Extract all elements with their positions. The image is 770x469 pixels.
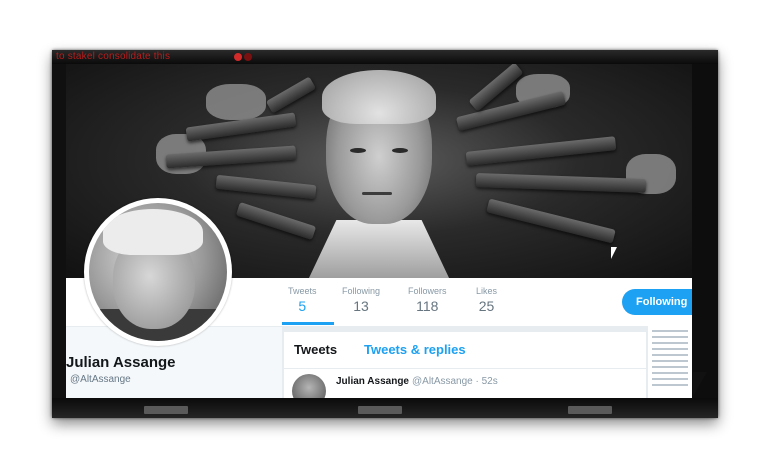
record-dot-icon — [244, 53, 252, 61]
following-button[interactable]: Following — [622, 289, 692, 315]
divider — [284, 368, 646, 369]
profile-handle: @AltAssange — [70, 374, 131, 385]
tab-tweets[interactable]: Tweets — [294, 342, 337, 357]
frame-bottom-bezel — [52, 398, 718, 418]
gun-shape — [465, 136, 617, 166]
profile-avatar[interactable] — [84, 198, 232, 346]
record-dot-icon — [234, 53, 242, 61]
gun-shape — [265, 76, 317, 114]
frame-tab — [568, 406, 612, 414]
tweets-panel: Tweets Tweets & replies Julian Assange @… — [284, 332, 646, 398]
tweet-avatar[interactable] — [292, 374, 326, 398]
active-tab-indicator — [282, 322, 334, 325]
stat-following[interactable]: Following 13 — [342, 286, 380, 314]
banner-portrait — [308, 70, 450, 278]
tab-tweets-and-replies[interactable]: Tweets & replies — [364, 342, 466, 357]
screen: Tweets 5 Following 13 Followers 118 Like… — [66, 64, 692, 398]
frame-right-bezel — [692, 64, 718, 398]
gun-shape — [215, 174, 317, 200]
overlay-caption: to stakel consolidate this — [56, 51, 171, 62]
hand-shape — [206, 84, 266, 120]
photo-frame: to stakel consolidate this Tweets 5 Foll… — [52, 50, 718, 418]
tweet-meta: @AltAssange · 52s — [412, 376, 498, 387]
stat-tweets[interactable]: Tweets 5 — [288, 286, 317, 314]
frame-tab — [358, 406, 402, 414]
sidebar-list — [648, 326, 692, 398]
tweet-author[interactable]: Julian Assange — [336, 376, 409, 387]
gun-shape — [486, 198, 616, 244]
mouse-cursor-icon — [611, 247, 617, 259]
stat-likes[interactable]: Likes 25 — [476, 286, 497, 314]
frame-top-bezel: to stakel consolidate this — [52, 50, 718, 64]
mouse-cursor-icon — [693, 372, 707, 396]
profile-name: Julian Assange — [66, 354, 176, 371]
frame-tab — [144, 406, 188, 414]
stat-followers[interactable]: Followers 118 — [408, 286, 447, 314]
gun-shape — [475, 173, 647, 193]
gun-shape — [235, 201, 317, 241]
